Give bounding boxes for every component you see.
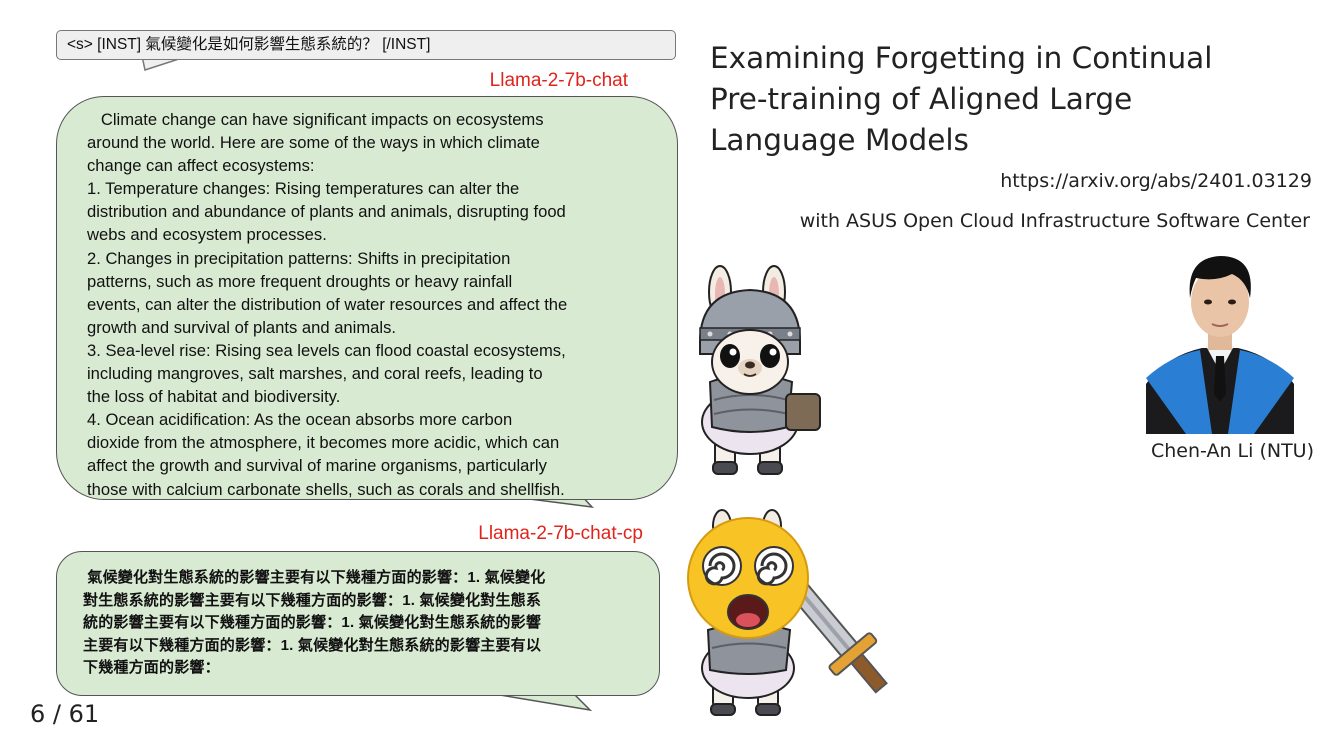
response-line: 下幾種方面的影響： [83,659,220,676]
slide-number: 6 / 61 [30,700,100,728]
response-line: those with calcium carbonate shells, suc… [87,479,565,499]
response-line: events, can alter the distribution of wa… [87,294,568,314]
response-line: 3. Sea-level rise: Rising sea levels can… [87,340,566,360]
response-line: growth and survival of plants and animal… [87,317,396,337]
response-line: patterns, such as more frequent droughts… [87,271,513,291]
response-line: change can affect ecosystems: [87,156,315,176]
model-b-label: Llama-2-7b-chat-cp [478,523,643,544]
presenter-name: Chen-An Li (NTU) [1150,440,1314,462]
prompt-text: <s> [INST] 氣候變化是如何影響生態系統的？ [/INST] [67,36,431,53]
response-line: 氣候變化對生態系統的影響主要有以下幾種方面的影響：1. 氣候變化 [83,569,546,586]
model-b-response-bubble: 氣候變化對生態系統的影響主要有以下幾種方面的影響：1. 氣候變化 對生態系統的影… [56,551,660,696]
response-line: 2. Changes in precipitation patterns: Sh… [87,248,511,268]
title-line: Pre-training of Aligned Large [710,82,1133,116]
response-line: distribution and abundance of plants and… [87,202,566,222]
response-line: 1. Temperature changes: Rising temperatu… [87,179,520,199]
response-line: affect the growth and survival of marine… [87,456,547,476]
title-line: Examining Forgetting in Continual [710,41,1213,75]
response-line: 4. Ocean acidification: As the ocean abs… [87,410,513,430]
model-a-response-bubble: Climate change can have significant impa… [56,96,678,500]
response-line: Climate change can have significant impa… [87,110,544,129]
response-line: around the world. Here are some of the w… [87,133,540,153]
response-line: 統的影響主要有以下幾種方面的影響：1. 氣候變化對生態系統的影響 [83,614,542,631]
affiliation: with ASUS Open Cloud Infrastructure Soft… [799,210,1310,232]
response-line: the loss of habitat and biodiversity. [87,387,341,407]
prompt-box: <s> [INST] 氣候變化是如何影響生態系統的？ [/INST] [56,30,676,60]
response-line: including mangroves, salt marshes, and c… [87,364,543,384]
model-a-label: Llama-2-7b-chat [489,70,628,91]
response-line: 主要有以下幾種方面的影響：1. 氣候變化對生態系統的影響主要有以 [83,636,542,654]
response-line: webs and ecosystem processes. [87,225,327,245]
title-line: Language Models [710,123,969,157]
slide-title: Examining Forgetting in Continual Pre-tr… [710,38,1270,161]
dizzy-llama-illustration [687,509,888,716]
paper-url: https://arxiv.org/abs/2401.03129 [1000,170,1312,192]
presenter-photo [1146,244,1294,434]
response-line: dioxide from the atmosphere, it becomes … [87,433,560,453]
response-line: 對生態系統的影響主要有以下幾種方面的影響：1. 氣候變化對生態系 [83,591,542,609]
llama-knight-illustration [699,265,821,475]
